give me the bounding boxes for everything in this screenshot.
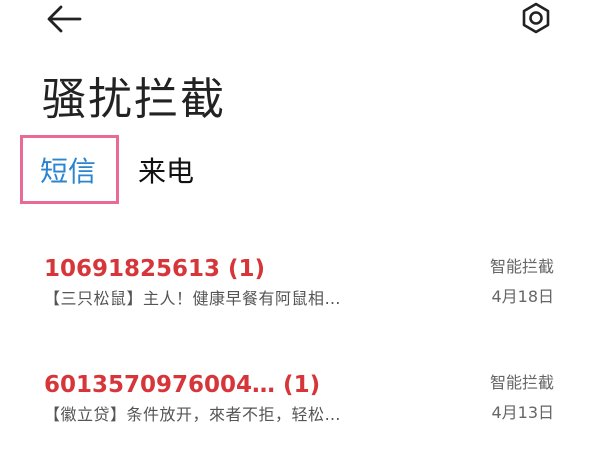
back-button[interactable]	[40, 2, 84, 36]
message-preview: 【三只松鼠】主人！健康早餐有阿鼠相…	[44, 289, 342, 308]
page-title: 骚扰拦截	[42, 74, 226, 125]
message-item[interactable]: 6013570976004… (1) 【徽立贷】条件放开，來者不拒，轻松… 智能…	[0, 360, 600, 450]
gear-icon	[522, 2, 550, 34]
message-preview: 【徽立贷】条件放开，來者不拒，轻松…	[44, 405, 342, 424]
message-sender: 6013570976004… (1)	[44, 372, 321, 398]
settings-button[interactable]	[514, 0, 558, 38]
arrow-left-icon	[47, 5, 82, 33]
tab-calls[interactable]: 来电	[138, 154, 194, 190]
message-sender: 10691825613 (1)	[44, 256, 266, 282]
top-bar	[0, 0, 600, 40]
message-item[interactable]: 10691825613 (1) 【三只松鼠】主人！健康早餐有阿鼠相… 智能拦截 …	[0, 244, 600, 334]
message-date: 4月18日	[491, 287, 554, 306]
message-tag: 智能拦截	[489, 257, 554, 276]
tab-sms[interactable]: 短信	[40, 154, 96, 190]
message-tag: 智能拦截	[489, 373, 554, 392]
message-date: 4月13日	[491, 403, 554, 422]
